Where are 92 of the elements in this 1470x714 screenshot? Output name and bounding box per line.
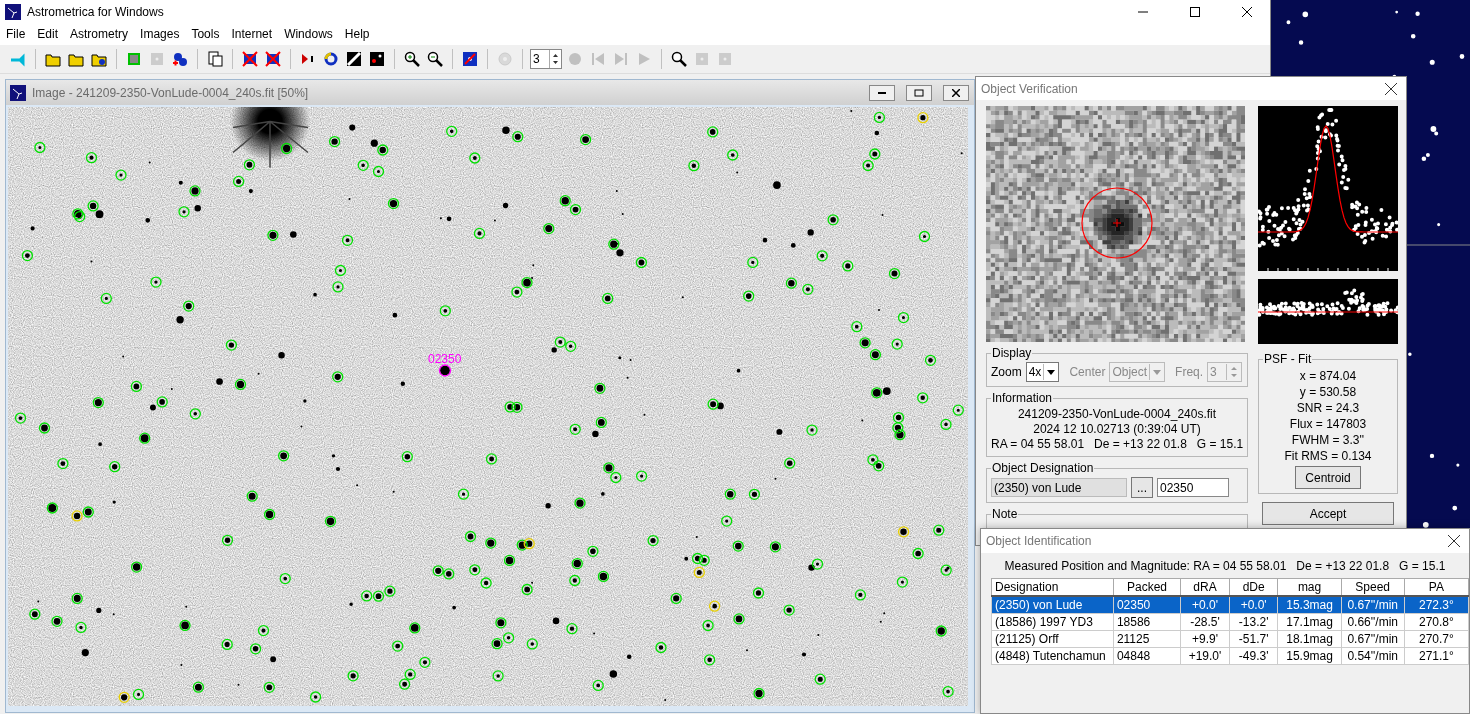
column-header[interactable]: Speed: [1341, 578, 1405, 596]
table-cell: -49.3': [1229, 647, 1278, 665]
packed-designation-field[interactable]: 02350: [1157, 478, 1229, 497]
dialog-title: Object Verification: [981, 81, 1079, 96]
fit-value: FWHM = 3.3'': [1290, 432, 1366, 448]
dice-icon[interactable]: [460, 49, 480, 69]
target-label: 02350: [428, 351, 462, 366]
menu-item[interactable]: Windows: [278, 27, 339, 41]
frame-spin-box[interactable]: 3: [530, 49, 562, 69]
app-icon: [10, 84, 26, 101]
table-cell: 270.7°: [1404, 630, 1469, 648]
column-header[interactable]: dRA: [1180, 578, 1230, 596]
app-icon: [5, 3, 21, 20]
table-cell: 15.9mag: [1278, 647, 1342, 665]
field-label: Freq.: [1175, 365, 1204, 379]
menu-item[interactable]: Internet: [225, 27, 279, 41]
star-chart-icon[interactable]: [367, 49, 387, 69]
fit-value: Flux = 147803: [1288, 416, 1368, 432]
restore-icon: [914, 88, 924, 97]
table-cell: +9.9': [1180, 630, 1230, 648]
table-cell: (21125) Orff: [991, 630, 1114, 648]
table-cell: 0.54''/min: [1341, 647, 1405, 665]
column-header[interactable]: mag: [1278, 578, 1342, 596]
menu-item[interactable]: Images: [134, 27, 186, 41]
measured-position-text: Measured Position and Magnitude: RA = 04 55 58.01 De = +13 22 01.8 G = 15.1: [1003, 558, 1447, 575]
menu-item[interactable]: Edit: [31, 27, 65, 41]
group-label: Note: [991, 507, 1019, 521]
table-cell: -28.5': [1180, 613, 1230, 631]
close-button[interactable]: [943, 84, 969, 101]
table-cell: +19.0': [1180, 647, 1230, 665]
table-cell: 271.1°: [1404, 647, 1469, 665]
menu-item[interactable]: File: [0, 27, 32, 41]
fit-value: x = 874.04: [1298, 368, 1358, 384]
menu-item[interactable]: Astrometry: [64, 27, 135, 41]
column-header[interactable]: Designation: [991, 578, 1114, 596]
column-header[interactable]: PA: [1404, 578, 1469, 596]
column-header[interactable]: Packed: [1113, 578, 1181, 596]
restore-button[interactable]: [906, 84, 932, 101]
table-cell: 18586: [1113, 613, 1181, 631]
table-cell: -51.7': [1229, 630, 1278, 648]
column-header[interactable]: dDe: [1229, 578, 1278, 596]
dropdown-arrow-icon: [1047, 369, 1056, 375]
table-cell: 04848: [1113, 647, 1181, 665]
menu-item[interactable]: Help: [338, 27, 376, 41]
table-cell: (18586) 1997 YD3: [991, 613, 1114, 631]
group-label: Information: [991, 391, 1054, 405]
target-marker: [438, 364, 452, 377]
table-cell: 17.1mag: [1278, 613, 1342, 631]
fit-value: SNR = 24.3: [1295, 400, 1361, 416]
close-icon: [1242, 6, 1252, 17]
dropdown-arrow-icon: [1153, 369, 1162, 375]
maximize-icon: [1190, 6, 1200, 17]
table-cell: 270.8°: [1404, 613, 1469, 631]
table-cell: 0.66''/min: [1341, 613, 1405, 631]
close-icon: [952, 88, 960, 97]
info-text: 2024 12 10.02713 (0:39:04 UT): [1032, 422, 1202, 437]
crossed-out-icon[interactable]: [263, 49, 283, 69]
field-label: Center: [1069, 365, 1106, 379]
window-title: Image - 241209-2350-VonLude-0004_240s.fit [50%]: [32, 85, 310, 100]
group-label: Object Designation: [991, 461, 1095, 475]
table-cell: -13.2': [1229, 613, 1278, 631]
magnifier-icon[interactable]: [669, 49, 689, 69]
browse-button[interactable]: ...: [1131, 477, 1153, 498]
minimize-icon: [878, 91, 886, 94]
info-text: 241209-2350-VonLude-0004_240s.fit: [1016, 407, 1218, 422]
group-label: Display: [991, 346, 1033, 360]
menu-item[interactable]: Tools: [185, 27, 226, 41]
minimize-button[interactable]: [869, 84, 895, 101]
accept-button[interactable]: Accept: [1262, 502, 1394, 525]
group-label: PSF - Fit: [1263, 352, 1313, 366]
close-icon: [1448, 535, 1460, 547]
info-text: RA = 04 55 58.01 De = +13 22 01.8 G = 15.1: [991, 437, 1243, 452]
zoom-dropdown[interactable]: 4x: [1025, 362, 1060, 382]
designation-field[interactable]: (2350) von Lude: [991, 478, 1127, 497]
fit-value: y = 530.58: [1298, 384, 1358, 400]
centroid-button[interactable]: Centroid: [1295, 466, 1361, 489]
table-cell: 18.1mag: [1278, 630, 1342, 648]
table-cell: 0.67''/min: [1341, 630, 1405, 648]
document-icon[interactable]: [205, 49, 225, 69]
close-icon: [1385, 82, 1397, 95]
spin-arrows-icon: [549, 50, 561, 68]
table-cell: 21125: [1113, 630, 1181, 648]
window-title: Astrometrica for Windows: [27, 4, 165, 19]
zoom-out-icon[interactable]: [425, 49, 445, 69]
zoom-in-icon[interactable]: [402, 49, 422, 69]
field-label: Zoom: [991, 365, 1022, 379]
dialog-title: Object Identification: [986, 534, 1093, 548]
slash-icon[interactable]: [344, 49, 364, 69]
spin-arrows-icon: [1230, 365, 1239, 379]
fit-value: Fit RMS = 0.134: [1283, 448, 1373, 464]
crossed-out-icon[interactable]: [240, 49, 260, 69]
table-cell: (4848) Tutenchamun: [991, 647, 1114, 665]
